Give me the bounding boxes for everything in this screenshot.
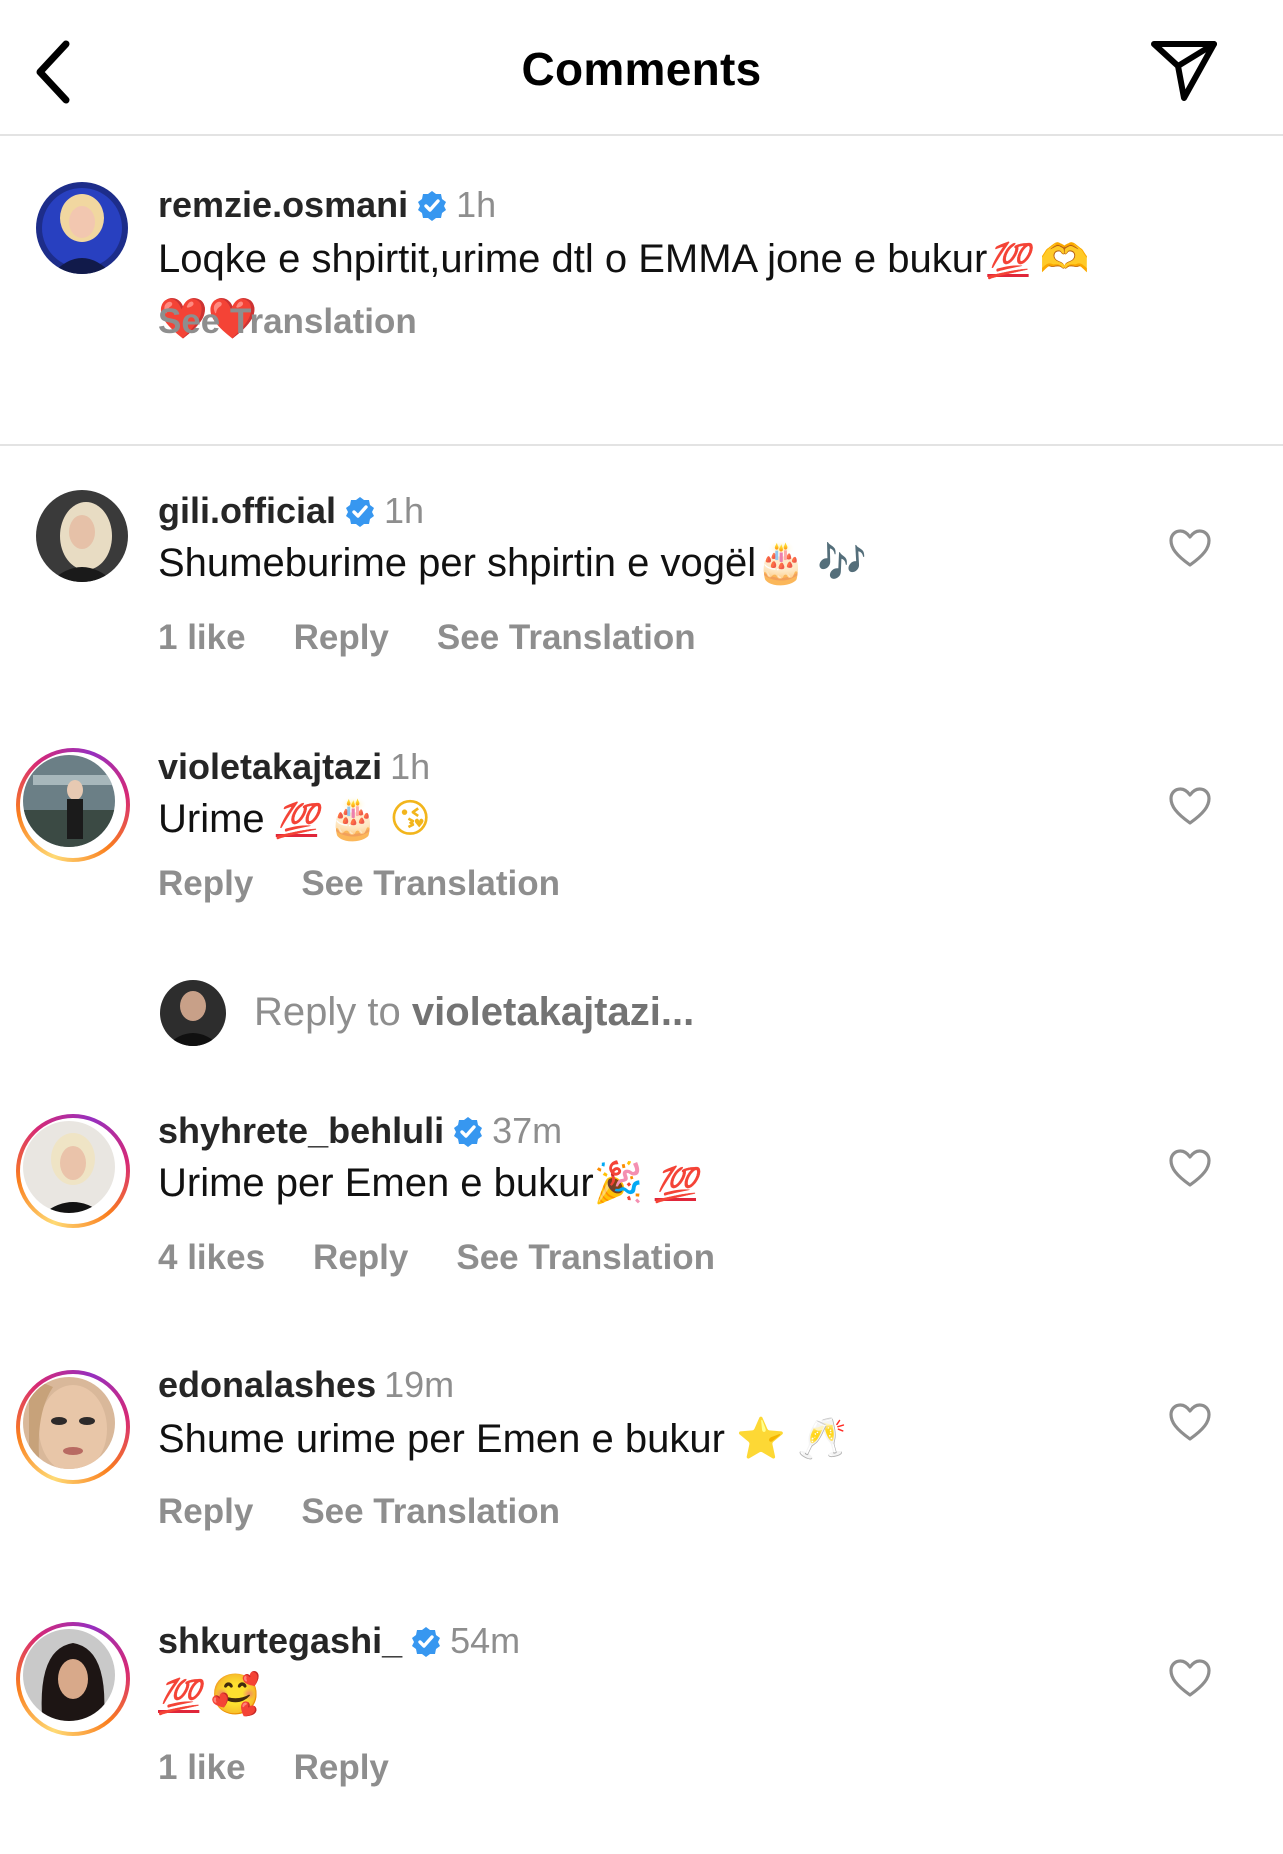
reply-to-prompt[interactable]: Reply to violetakajtazi... (158, 978, 1058, 1048)
comment-body: Shumeburime per shpirtin e vogël (158, 541, 757, 585)
story-ring[interactable] (16, 1622, 130, 1736)
story-ring[interactable] (16, 1370, 130, 1484)
likes-count[interactable]: 4 likes (158, 1238, 265, 1277)
comment-item: edonalashes 19m Shume urime per Emen e bu… (0, 1330, 1283, 1532)
comment-item: gili.official 1h Shumeburime per shpirtin… (0, 470, 1283, 670)
champagne-glasses-emoji: 🥂 (797, 1416, 847, 1462)
comment-meta: violetakajtazi 1h (158, 746, 430, 788)
reply-to-text[interactable]: Reply to violetakajtazi... (254, 990, 694, 1035)
reply-button[interactable]: Reply (158, 1492, 253, 1531)
story-ring[interactable] (16, 1114, 130, 1228)
avatar[interactable] (36, 490, 128, 582)
username[interactable]: violetakajtazi (158, 746, 382, 787)
reply-button[interactable]: Reply (158, 864, 253, 903)
comment-text: Shume urime per Emen e bukur ⭐ 🥂 (158, 1410, 1198, 1468)
comment-actions: Reply See Translation (158, 864, 608, 904)
username[interactable]: edonalashes (158, 1364, 376, 1405)
heart-icon[interactable] (1168, 1658, 1212, 1698)
see-translation-link[interactable]: See Translation (456, 1238, 715, 1277)
heart-icon[interactable] (1168, 528, 1212, 568)
reply-button[interactable]: Reply (294, 618, 389, 657)
kissing-face-emoji: 😘 (389, 796, 431, 842)
timestamp: 19m (384, 1364, 455, 1405)
party-popper-emoji: 🎉 (593, 1160, 644, 1206)
star-emoji: ⭐ (736, 1416, 786, 1462)
timestamp: 37m (492, 1110, 563, 1151)
comment-meta: remzie.osmani 1h (158, 184, 496, 226)
comment-meta: gili.official 1h (158, 490, 424, 532)
see-translation-link[interactable]: See Translation (437, 618, 696, 657)
comment-meta: edonalashes 19m (158, 1364, 454, 1406)
comment-body: Urime per Emen e bukur (158, 1161, 594, 1205)
see-translation-link[interactable]: See Translation (158, 302, 417, 341)
see-translation-link[interactable]: See Translation (301, 1492, 560, 1531)
current-user-avatar (160, 980, 226, 1046)
username[interactable]: remzie.osmani (158, 184, 408, 225)
verified-badge-icon (454, 1117, 483, 1147)
verified-badge-icon (418, 191, 447, 221)
comment-meta: shkurtegashi_ 54m (158, 1620, 520, 1662)
likes-count[interactable]: 1 like (158, 1748, 246, 1787)
timestamp: 1h (384, 490, 425, 531)
username[interactable]: gili.official (158, 490, 336, 531)
avatar (23, 1121, 115, 1213)
comment-item: violetakajtazi 1h Urime 💯 🎂 😘 Reply See Tr… (0, 700, 1283, 903)
heart-icon[interactable] (1168, 1402, 1212, 1442)
smiling-face-with-hearts-emoji: 🥰 (210, 1672, 261, 1718)
hundred-emoji: 💯 (158, 1677, 200, 1717)
caption-comment: remzie.osmani 1h Loqke e shpirtit,urime d… (0, 150, 1283, 440)
story-ring[interactable] (16, 748, 130, 862)
comment-body: Urime (158, 797, 265, 841)
comment-body: Loqke e shpirtit,urime dtl o EMMA jone e… (158, 237, 988, 281)
timestamp: 1h (456, 184, 497, 225)
likes-count[interactable]: 1 like (158, 618, 246, 657)
comment-meta: shyhrete_behluli 37m (158, 1110, 562, 1152)
comment-actions: Reply See Translation (158, 1492, 608, 1532)
paper-plane-icon (1151, 41, 1217, 101)
divider (0, 444, 1283, 446)
hundred-emoji: 💯 (275, 801, 318, 841)
avatar (23, 1629, 115, 1721)
comment-text: 💯 🥰 (158, 1666, 1198, 1726)
comment-actions: See Translation (158, 302, 465, 342)
avatar[interactable] (36, 182, 128, 274)
hundred-emoji: 💯 (654, 1165, 697, 1205)
username[interactable]: shyhrete_behluli (158, 1110, 444, 1151)
verified-badge-icon (346, 497, 375, 527)
comment-text: Shumeburime per shpirtin e vogël🎂 🎶 (158, 534, 1198, 592)
comment-item: shkurtegashi_ 54m 💯 🥰 1 like Reply (0, 1590, 1283, 1820)
hundred-emoji: 💯 (987, 241, 1029, 281)
comment-body: Shume urime per Emen e bukur (158, 1417, 725, 1461)
timestamp: 54m (450, 1620, 521, 1661)
comment-actions: 1 like Reply See Translation (158, 618, 744, 658)
heart-icon[interactable] (1168, 786, 1212, 826)
heart-icon[interactable] (1168, 1148, 1212, 1188)
page-title: Comments (521, 43, 762, 95)
username[interactable]: shkurtegashi_ (158, 1620, 402, 1661)
reply-target-username: violetakajtazi... (411, 990, 695, 1034)
comment-item: shyhrete_behluli 37m Urime per Emen e buk… (0, 1070, 1283, 1277)
birthday-cake-emoji: 🎂 (328, 796, 379, 842)
musical-notes-emoji: 🎶 (817, 540, 867, 586)
comment-actions: 1 like Reply (158, 1748, 437, 1788)
comment-text: Urime per Emen e bukur🎉 💯 (158, 1154, 1198, 1214)
share-button[interactable] (1148, 36, 1220, 104)
heart-hands-emoji: 🫶 (1039, 236, 1090, 282)
comment-text: Urime 💯 🎂 😘 (158, 790, 1198, 850)
avatar (23, 1377, 115, 1469)
avatar (23, 755, 115, 847)
timestamp: 1h (390, 746, 431, 787)
reply-button[interactable]: Reply (313, 1238, 408, 1277)
birthday-cake-emoji: 🎂 (756, 540, 806, 586)
comment-actions: 4 likes Reply See Translation (158, 1238, 763, 1278)
see-translation-link[interactable]: See Translation (301, 864, 560, 903)
verified-badge-icon (412, 1627, 441, 1657)
header-bar: Comments (0, 0, 1283, 136)
reply-button[interactable]: Reply (294, 1748, 389, 1787)
